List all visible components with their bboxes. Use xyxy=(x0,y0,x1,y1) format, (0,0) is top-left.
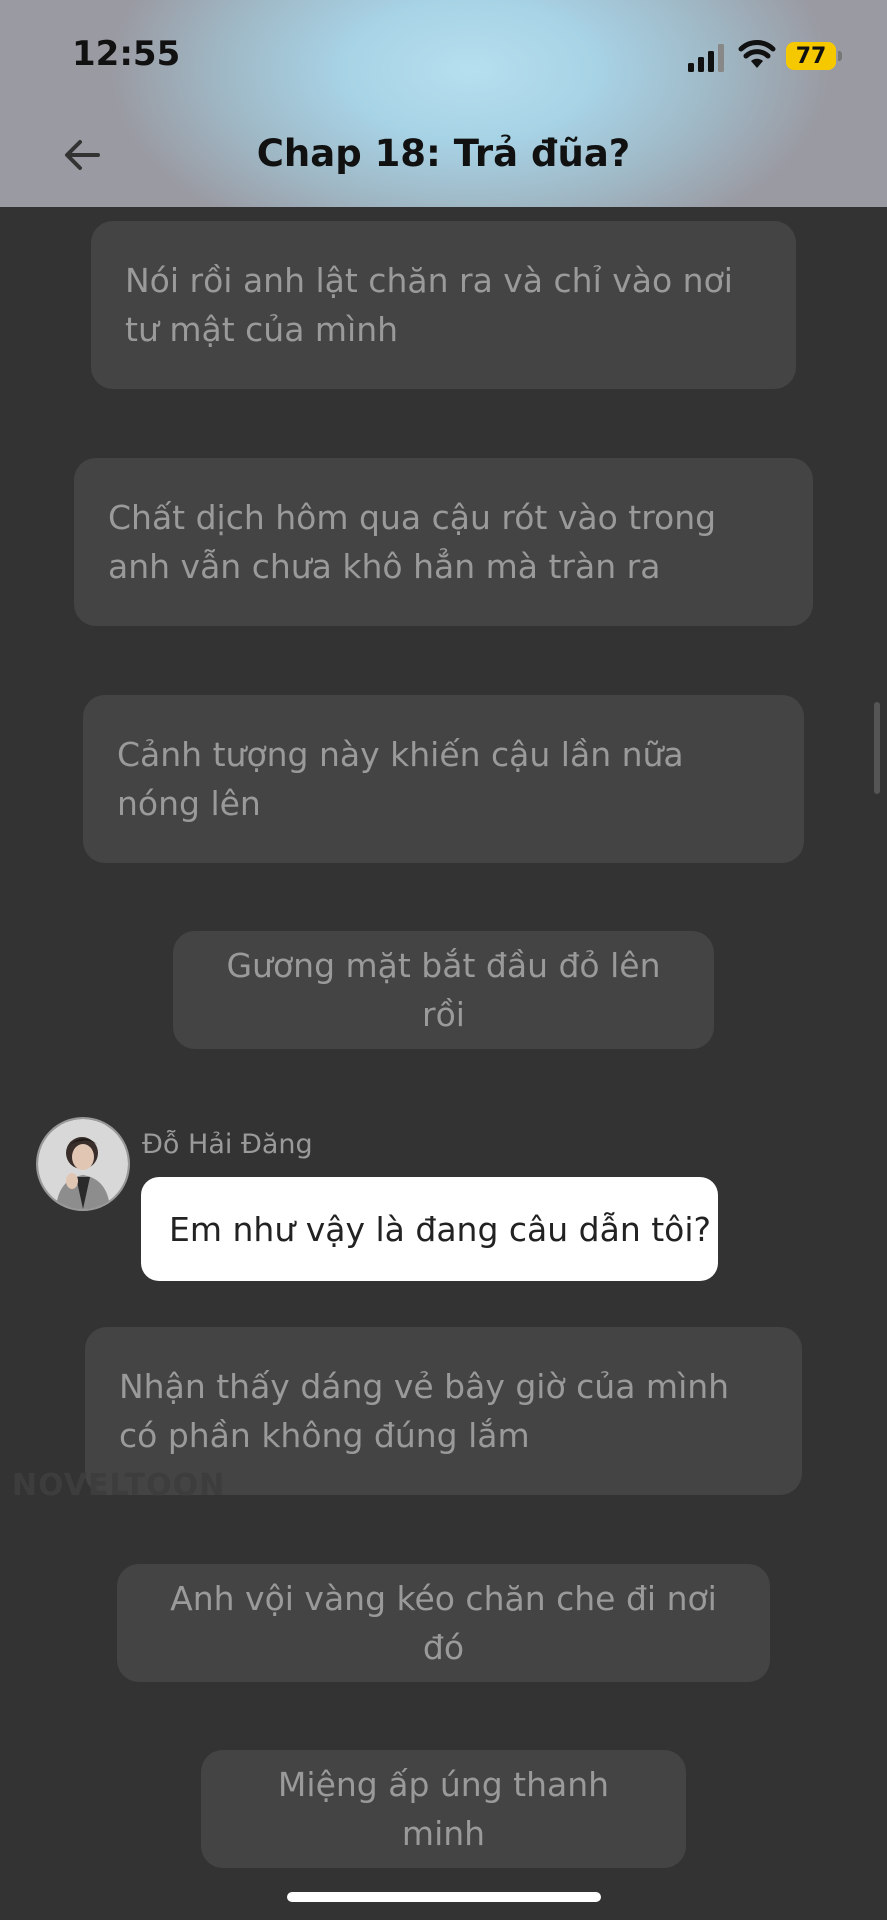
narration-bubble: Miệng ấp úng thanh minh xyxy=(201,1750,686,1868)
avatar-image xyxy=(38,1119,128,1209)
narration-bubble: Anh vội vàng kéo chăn che đi nơi đó xyxy=(117,1564,770,1682)
chat-content[interactable]: Nói rồi anh lật chăn ra và chỉ vào nơi t… xyxy=(0,207,887,1920)
signal-bars-icon xyxy=(688,44,724,72)
scrollbar[interactable] xyxy=(874,702,880,794)
narration-text: Chất dịch hôm qua cậu rót vào trong anh … xyxy=(108,498,717,586)
narration-text: Anh vội vàng kéo chăn che đi nơi đó xyxy=(170,1579,717,1667)
narration-text: Cảnh tượng này khiến cậu lần nữa nóng lê… xyxy=(117,735,684,823)
narration-bubble: Chất dịch hôm qua cậu rót vào trong anh … xyxy=(74,458,813,626)
speaker-name: Đỗ Hải Đăng xyxy=(142,1129,313,1160)
narration-bubble: Cảnh tượng này khiến cậu lần nữa nóng lê… xyxy=(83,695,804,863)
dialogue-text: Em như vậy là đang câu dẫn tôi? xyxy=(169,1209,712,1249)
narration-text: Miệng ấp úng thanh minh xyxy=(277,1765,610,1853)
avatar[interactable] xyxy=(36,1117,130,1211)
battery-indicator: 77 xyxy=(786,42,842,70)
narration-text: Nói rồi anh lật chăn ra và chỉ vào nơi t… xyxy=(125,261,733,349)
narration-bubble: Nói rồi anh lật chăn ra và chỉ vào nơi t… xyxy=(91,221,796,389)
narration-bubble: Gương mặt bắt đầu đỏ lên rồi xyxy=(173,931,714,1049)
status-time: 12:55 xyxy=(72,34,181,74)
narration-text: Nhận thấy dáng vẻ bây giờ của mình có ph… xyxy=(119,1367,730,1455)
battery-level: 77 xyxy=(786,42,836,70)
battery-cap xyxy=(838,51,842,61)
chapter-title: Chap 18: Trả đũa? xyxy=(256,132,631,175)
watermark-logo: NOVELTOON xyxy=(12,1468,226,1503)
top-bar: 12:55 77 Chap 18: Trả đũa? xyxy=(0,0,887,207)
wifi-icon xyxy=(738,40,776,68)
dialogue-bubble: Em như vậy là đang câu dẫn tôi? xyxy=(141,1177,718,1281)
narration-text: Gương mặt bắt đầu đỏ lên rồi xyxy=(226,946,661,1034)
home-indicator[interactable] xyxy=(287,1892,601,1902)
